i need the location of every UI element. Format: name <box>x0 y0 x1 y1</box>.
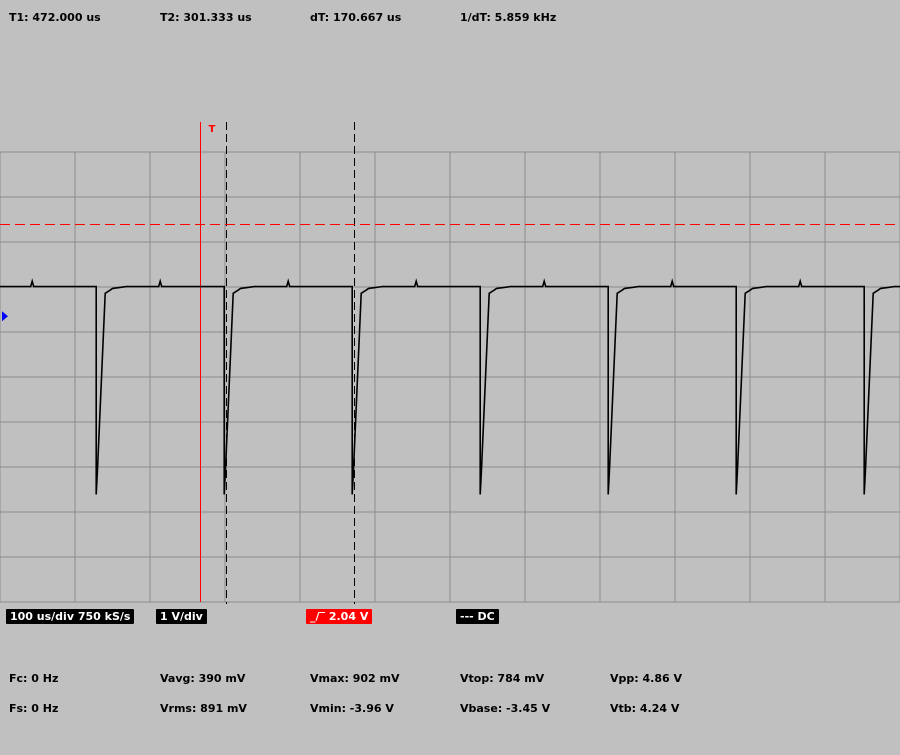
vmax-measurement: Vmax: 902 mV <box>310 672 400 685</box>
dt-readout: dT: 170.667 us <box>310 11 402 24</box>
scope-display: T <box>0 122 900 604</box>
vrms-measurement: Vrms: 891 mV <box>160 702 247 715</box>
coupling-badge[interactable]: --- DC <box>456 609 499 624</box>
fc-measurement: Fc: 0 Hz <box>9 672 59 685</box>
fs-measurement: Fs: 0 Hz <box>9 702 59 715</box>
ground-level-marker-icon[interactable] <box>2 311 8 322</box>
vbase-measurement: Vbase: -3.45 V <box>460 702 551 715</box>
vpp-measurement: Vpp: 4.86 V <box>610 672 682 685</box>
vmin-measurement: Vmin: -3.96 V <box>310 702 394 715</box>
vtop-measurement: Vtop: 784 mV <box>460 672 545 685</box>
trigger-level-badge[interactable]: _/‾ 2.04 V <box>306 609 373 624</box>
timebase-badge[interactable]: 100 us/div 750 kS/s <box>6 609 135 624</box>
inv-dt-readout: 1/dT: 5.859 kHz <box>460 11 557 24</box>
graticule <box>0 151 900 603</box>
vtb-measurement: Vtb: 4.24 V <box>610 702 680 715</box>
trigger-time-label: T <box>209 124 216 135</box>
t1-readout: T1: 472.000 us <box>9 11 101 24</box>
vavg-measurement: Vavg: 390 mV <box>160 672 246 685</box>
vdiv-badge[interactable]: 1 V/div <box>156 609 207 624</box>
t2-readout: T2: 301.333 us <box>160 11 252 24</box>
